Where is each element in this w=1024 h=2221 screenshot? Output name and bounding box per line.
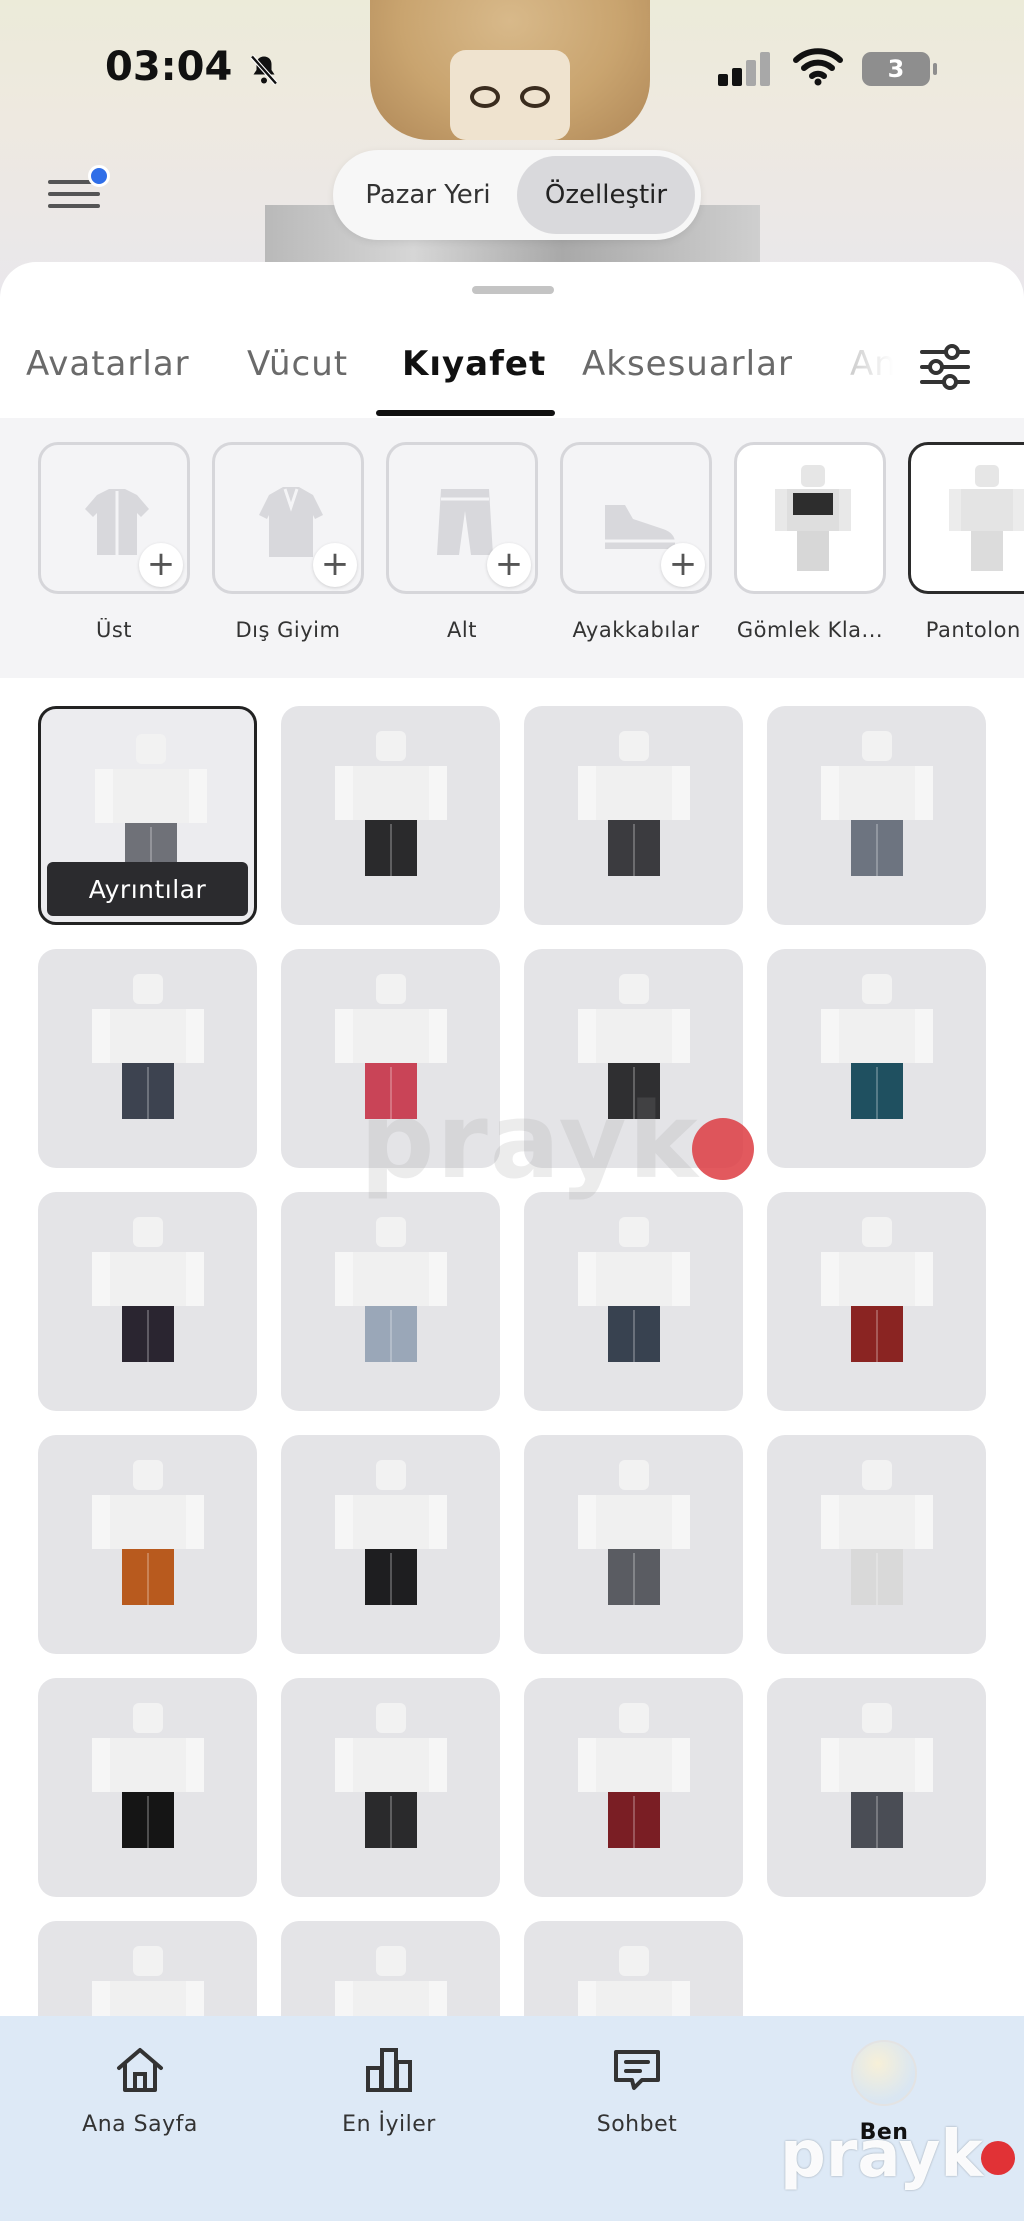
item-thumbnail [578,974,690,1119]
subcategory-classic-shirts[interactable]: Gömlek Kla... [734,442,886,642]
clothing-item-card[interactable] [38,1678,257,1897]
avatar [851,2040,917,2106]
clothing-item-card[interactable] [767,1435,986,1654]
subcategory-label: Alt [447,618,477,642]
notification-dot [88,165,110,187]
subcategory-label: Dış Giyim [235,618,341,642]
nav-top-charts[interactable]: En İyiler [299,2040,479,2137]
nav-profile-label: Ben [859,2120,909,2145]
clothing-item-card[interactable] [767,1192,986,1411]
clothing-item-card[interactable] [524,706,743,925]
nav-home[interactable]: Ana Sayfa [50,2040,230,2137]
item-thumbnail [92,974,204,1119]
filter-sliders-icon[interactable] [918,342,972,392]
add-icon: + [139,543,183,587]
item-thumbnail [335,974,447,1119]
add-icon: + [661,543,705,587]
subcategory-tops[interactable]: + Üst [38,442,190,642]
nav-chat-label: Sohbet [596,2112,678,2137]
chat-icon [614,2050,660,2090]
clothing-item-card[interactable] [524,1678,743,1897]
cellular-signal-icon [718,50,774,86]
subcategory-classic-pants[interactable]: Pantolon K [908,442,1024,642]
details-button[interactable]: Ayrıntılar [47,862,248,916]
clothing-item-card[interactable] [281,706,500,925]
clothing-item-card[interactable] [524,1192,743,1411]
item-thumbnail [335,1217,447,1362]
subcategory-bottoms[interactable]: + Alt [386,442,538,642]
nav-profile[interactable]: Ben [794,2040,974,2145]
subcategory-label: Üst [95,618,133,642]
item-thumbnail [92,1217,204,1362]
clothing-item-card[interactable] [281,1678,500,1897]
clothing-item-card[interactable] [524,1435,743,1654]
bottom-nav: Ana Sayfa En İyiler Sohbet Ben [0,2016,1024,2221]
item-thumbnail [92,1703,204,1848]
clothing-item-card[interactable] [281,1192,500,1411]
battery-indicator: 3 [862,52,937,86]
item-thumbnail [821,1460,933,1605]
item-thumbnail [821,731,933,876]
clothing-item-card[interactable] [38,949,257,1168]
customize-sheet: Avatarlar Vücut Kıyafet Aksesuarlar An +… [0,262,1024,2221]
active-tab-indicator [376,410,555,416]
tab-clothing[interactable]: Kıyafet [402,344,546,384]
tab-accessories[interactable]: Aksesuarlar [582,344,793,384]
clothing-item-card[interactable] [767,706,986,925]
item-thumbnail [335,731,447,876]
subcategory-label: Pantolon K [925,618,1024,642]
mode-switch: Pazar Yeri Özelleştir [333,150,701,240]
home-icon [117,2048,163,2092]
sheet-grabber[interactable] [472,286,554,294]
subcategory-label: Ayakkabılar [572,618,700,642]
add-icon: + [313,543,357,587]
item-thumbnail [821,1217,933,1362]
item-thumbnail [335,1703,447,1848]
tab-avatars[interactable]: Avatarlar [26,344,190,384]
nav-top-charts-label: En İyiler [342,2112,436,2137]
avatar-face [450,50,570,140]
clothing-item-card[interactable]: Ayrıntılar [38,706,257,925]
clothing-item-card[interactable] [281,949,500,1168]
add-icon: + [487,543,531,587]
clothing-item-card[interactable] [524,949,743,1168]
item-thumbnail [578,1703,690,1848]
nav-chat[interactable]: Sohbet [547,2040,727,2137]
item-thumbnail [335,1460,447,1605]
clothing-item-card[interactable] [767,949,986,1168]
bell-muted-icon [250,55,278,85]
clothing-item-card[interactable] [767,1678,986,1897]
subcategory-outerwear[interactable]: + Dış Giyim [212,442,364,642]
classic-shirt-thumbnail [775,465,851,571]
tab-body[interactable]: Vücut [247,344,348,384]
bar-chart-icon [366,2048,412,2092]
tab-marketplace[interactable]: Pazar Yeri [339,156,517,234]
item-thumbnail [821,974,933,1119]
subcategory-label: Gömlek Kla... [736,618,884,642]
clothing-item-card[interactable] [281,1435,500,1654]
subcategory-row: + Üst + Dış Giyim + Alt + Ayakkabılar Gö… [0,418,1024,678]
clothing-item-card[interactable] [38,1192,257,1411]
item-thumbnail [92,1460,204,1605]
item-thumbnail [821,1703,933,1848]
item-thumbnail [578,1217,690,1362]
item-thumbnail [578,1460,690,1605]
tab-customize[interactable]: Özelleştir [517,156,695,234]
classic-pants-thumbnail [949,465,1024,571]
status-time: 03:04 [105,44,233,90]
nav-home-label: Ana Sayfa [82,2112,198,2137]
wifi-icon [793,48,843,86]
clothing-item-card[interactable] [38,1435,257,1654]
item-thumbnail [578,731,690,876]
tabs-fade [830,322,920,412]
subcategory-shoes[interactable]: + Ayakkabılar [560,442,712,642]
